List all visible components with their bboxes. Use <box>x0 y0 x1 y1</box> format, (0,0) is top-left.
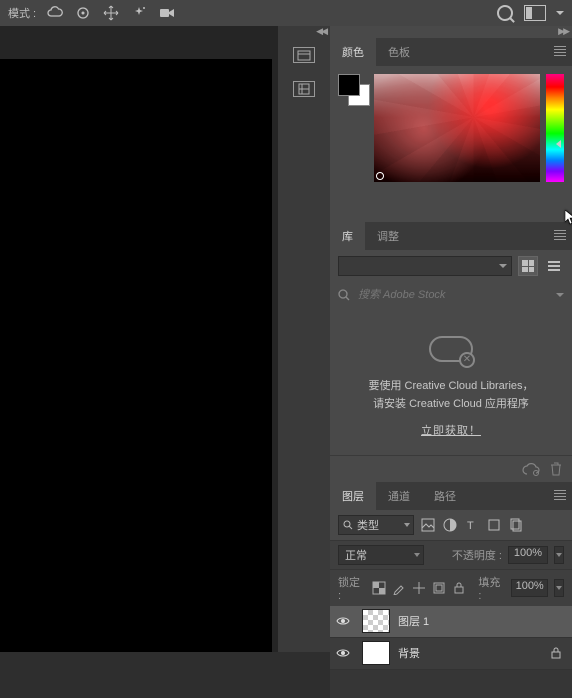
color-field[interactable] <box>374 74 540 182</box>
options-left: 模式 : <box>8 4 176 22</box>
lock-transparency-icon[interactable] <box>372 581 386 595</box>
filter-smart-icon[interactable] <box>508 517 524 533</box>
history-panel-button[interactable] <box>278 38 330 72</box>
filter-type-select[interactable]: 类型 <box>338 515 414 535</box>
libraries-panel: 搜索 Adobe Stock ✕ 要使用 Creative Cloud Libr… <box>330 250 572 482</box>
layer-name[interactable]: 背景 <box>398 645 542 661</box>
workspace-icon[interactable] <box>524 5 546 21</box>
libraries-panel-tabs: 库 调整 <box>330 222 572 250</box>
filter-type-icon[interactable]: T <box>464 517 480 533</box>
layer-row[interactable]: 背景 <box>330 638 572 670</box>
options-bar: 模式 : <box>0 0 572 26</box>
fill-input[interactable]: 100% <box>511 579 549 597</box>
trash-icon[interactable] <box>550 462 562 476</box>
lock-row: 锁定 : 填充 : 100% <box>330 569 572 606</box>
target-icon[interactable] <box>74 4 92 22</box>
fill-label: 填充 : <box>478 574 504 602</box>
stock-search-input[interactable]: 搜索 Adobe Stock <box>356 286 550 304</box>
workspace-dropdown-icon[interactable] <box>556 11 564 15</box>
cc-text-line2: 请安装 Creative Cloud 应用程序 <box>340 396 562 414</box>
layer-name[interactable]: 图层 1 <box>398 613 566 629</box>
layer-thumbnail[interactable] <box>362 641 390 665</box>
panel-menu-icon[interactable] <box>554 46 566 56</box>
panel-menu-icon[interactable] <box>554 490 566 500</box>
grid-view-button[interactable] <box>518 256 538 276</box>
expand-arrows-icon[interactable]: ◀◀ <box>278 26 330 38</box>
cloud-disabled-icon: ✕ <box>429 332 473 366</box>
color-cursor-icon <box>376 172 384 180</box>
mode-label: 模式 : <box>8 5 36 21</box>
panel-menu-icon[interactable] <box>554 230 566 240</box>
color-panel <box>330 66 572 222</box>
cc-get-link[interactable]: 立即获取！ <box>421 423 481 441</box>
opacity-input[interactable]: 100% <box>508 546 548 564</box>
tab-color[interactable]: 颜色 <box>330 38 376 66</box>
blend-row: 正常 不透明度 : 100% <box>330 540 572 569</box>
options-right <box>496 4 564 22</box>
lock-paint-icon[interactable] <box>392 581 406 595</box>
blend-mode-select[interactable]: 正常 <box>338 545 424 565</box>
visibility-toggle[interactable] <box>336 648 354 658</box>
right-panel-dock: ▶▶ 颜色 色板 库 调整 <box>330 26 572 652</box>
lock-position-icon[interactable] <box>412 581 426 595</box>
collapse-arrows-icon[interactable]: ▶▶ <box>330 26 572 38</box>
lock-all-icon[interactable] <box>452 581 466 595</box>
color-panel-tabs: 颜色 色板 <box>330 38 572 66</box>
tab-paths[interactable]: 路径 <box>422 482 468 510</box>
cc-text-line1: 要使用 Creative Cloud Libraries， <box>340 378 562 396</box>
layers-panel-tabs: 图层 通道 路径 <box>330 482 572 510</box>
filter-type-label: 类型 <box>357 517 379 533</box>
document-canvas[interactable] <box>0 59 272 652</box>
svg-text:T: T <box>467 520 474 532</box>
fg-bg-swatch[interactable] <box>338 74 368 182</box>
hue-slider-caret-icon <box>556 140 561 148</box>
sparkle-icon[interactable] <box>130 4 148 22</box>
list-view-button[interactable] <box>544 256 564 276</box>
lock-label: 锁定 : <box>338 574 364 602</box>
library-select[interactable] <box>338 256 512 276</box>
hue-slider[interactable] <box>546 74 564 182</box>
video-icon[interactable] <box>158 4 176 22</box>
filter-pixel-icon[interactable] <box>420 517 436 533</box>
layer-row[interactable]: 图层 1 <box>330 606 572 638</box>
foreground-color[interactable] <box>338 74 360 96</box>
opacity-label: 不透明度 : <box>452 547 502 563</box>
cloud-icon[interactable] <box>46 4 64 22</box>
tab-adjustments[interactable]: 调整 <box>365 222 411 250</box>
tab-channels[interactable]: 通道 <box>376 482 422 510</box>
layer-filter-row: 类型 T <box>330 510 572 540</box>
collapsed-panel-strip: ◀◀ <box>278 26 330 652</box>
stock-dropdown-icon[interactable] <box>556 293 564 297</box>
cloud-sync-icon[interactable] <box>522 462 540 476</box>
canvas-area <box>0 26 278 652</box>
filter-shape-icon[interactable] <box>486 517 502 533</box>
lock-artboard-icon[interactable] <box>432 581 446 595</box>
opacity-caret-icon[interactable] <box>554 546 564 564</box>
properties-panel-button[interactable] <box>278 72 330 106</box>
layers-panel: 类型 T 正常 不透明度 : 100% 锁定 : <box>330 510 572 698</box>
move-icon[interactable] <box>102 4 120 22</box>
filter-adjust-icon[interactable] <box>442 517 458 533</box>
lock-icon <box>550 647 566 659</box>
layers-empty-area[interactable] <box>330 670 572 698</box>
fill-caret-icon[interactable] <box>554 579 564 597</box>
tab-layers[interactable]: 图层 <box>330 482 376 510</box>
visibility-toggle[interactable] <box>336 616 354 626</box>
tab-swatches[interactable]: 色板 <box>376 38 422 66</box>
libraries-footer <box>330 455 572 482</box>
tab-library[interactable]: 库 <box>330 222 365 250</box>
cc-placeholder: ✕ 要使用 Creative Cloud Libraries， 请安装 Crea… <box>330 308 572 455</box>
blend-mode-value: 正常 <box>345 547 367 563</box>
layer-thumbnail[interactable] <box>362 609 390 633</box>
search-icon <box>338 289 350 301</box>
search-icon[interactable] <box>496 4 514 22</box>
